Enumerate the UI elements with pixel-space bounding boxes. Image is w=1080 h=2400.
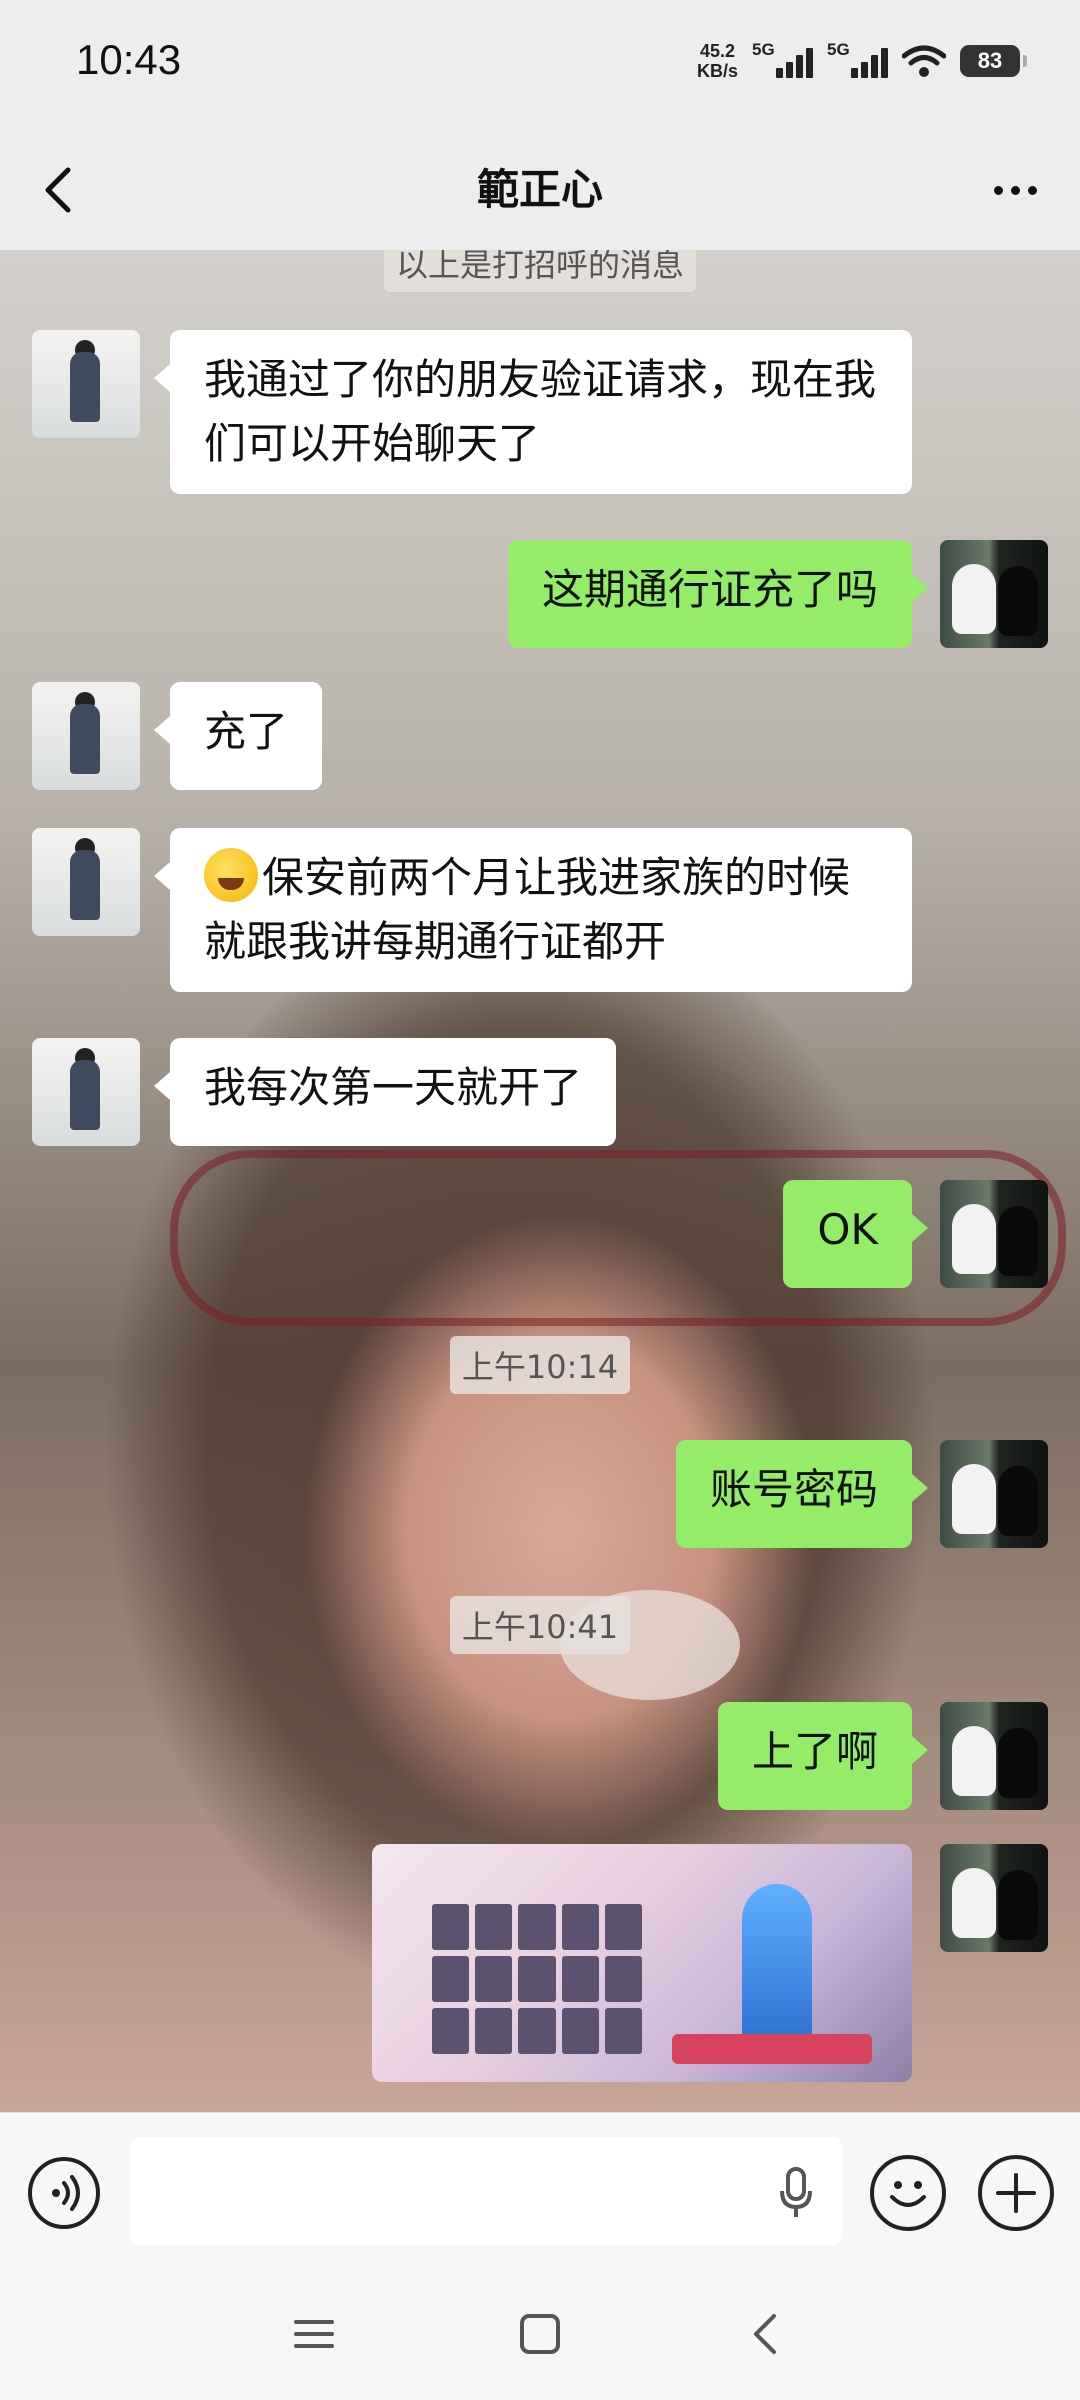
- contact-avatar[interactable]: [32, 330, 140, 438]
- message-text: 这期通行证充了吗: [541, 565, 878, 614]
- menu-icon[interactable]: [284, 2304, 344, 2364]
- my-avatar[interactable]: [940, 1180, 1048, 1288]
- my-avatar[interactable]: [940, 1702, 1048, 1810]
- contact-avatar[interactable]: [32, 682, 140, 790]
- battery-icon: 83: [960, 45, 1027, 77]
- back-triangle-icon[interactable]: [736, 2304, 796, 2364]
- more-button[interactable]: [980, 160, 1050, 220]
- message-bubble[interactable]: 这期通行证充了吗: [507, 540, 929, 648]
- message-bubble[interactable]: 我每次第一天就开了: [153, 1038, 617, 1146]
- game-character: [742, 1884, 812, 2044]
- message-text: OK: [817, 1205, 878, 1254]
- wifi-icon: [902, 45, 946, 77]
- image-message[interactable]: [372, 1844, 912, 2082]
- sim2-label: 5G: [827, 40, 850, 59]
- timestamp-text: 上午10:14: [449, 1336, 631, 1394]
- plus-icon: [996, 2173, 1036, 2213]
- more-functions-button[interactable]: [978, 2155, 1054, 2231]
- message-input[interactable]: [130, 2137, 842, 2245]
- status-time: 10:43: [76, 36, 182, 83]
- message-text: 我每次第一天就开了: [204, 1063, 583, 1112]
- my-avatar[interactable]: [940, 540, 1048, 648]
- timestamp: 上午10:14: [0, 1336, 1080, 1394]
- message-text: 充了: [204, 707, 289, 756]
- timestamp: 上午10:41: [0, 1596, 1080, 1654]
- status-icons: 45.2 KB/s 5G 5G 83: [697, 36, 1027, 86]
- more-dot: [993, 185, 1003, 195]
- message-text: 保安前两个月让我进家族的时候就跟我讲每期通行证都开: [204, 853, 851, 966]
- microphone-icon[interactable]: [776, 2165, 816, 2221]
- message-bubble[interactable]: 账号密码: [675, 1440, 929, 1548]
- timestamp-text: 上午10:41: [449, 1596, 631, 1654]
- message-bubble[interactable]: 保安前两个月让我进家族的时候就跟我讲每期通行证都开: [154, 828, 912, 992]
- signal-2-icon: 5G: [827, 40, 888, 78]
- message-text: 我通过了你的朋友验证请求，现在我们可以开始聊天了: [204, 355, 877, 468]
- emoji-button[interactable]: [870, 2155, 946, 2231]
- message-text: 上了啊: [751, 1727, 878, 1776]
- greeting-notice: 以上是打招呼的消息: [383, 250, 696, 292]
- signal-1-icon: 5G: [752, 40, 813, 78]
- message-bubble[interactable]: 充了: [153, 682, 323, 790]
- chat-area[interactable]: 以上是打招呼的消息 我通过了你的朋友验证请求，现在我们可以开始聊天了 这期通行证…: [0, 250, 1080, 2112]
- background-photo-glasses: [170, 1150, 1066, 1326]
- game-banner: [672, 2034, 872, 2064]
- my-avatar[interactable]: [940, 1844, 1048, 1952]
- system-navigation-bar: [0, 2270, 1080, 2400]
- message-bubble[interactable]: OK: [783, 1180, 928, 1288]
- message-bubble[interactable]: 我通过了你的朋友验证请求，现在我们可以开始聊天了: [154, 330, 912, 494]
- laugh-cry-emoji-icon: [204, 848, 258, 902]
- more-dot: [1010, 185, 1020, 195]
- sim1-label: 5G: [752, 40, 775, 59]
- home-square-icon[interactable]: [510, 2304, 570, 2364]
- network-speed-value: 45.2: [699, 41, 736, 61]
- status-bar: 10:43 45.2 KB/s 5G 5G 83: [0, 0, 1080, 130]
- voice-mode-icon: [52, 2175, 80, 2211]
- chat-title: 範正心: [476, 165, 603, 214]
- contact-avatar[interactable]: [32, 828, 140, 936]
- message-text: 账号密码: [709, 1465, 878, 1514]
- my-avatar[interactable]: [940, 1440, 1048, 1548]
- contact-avatar[interactable]: [32, 1038, 140, 1146]
- more-dot: [1027, 185, 1037, 195]
- voice-mode-button[interactable]: [28, 2157, 100, 2229]
- chat-header: 範正心: [0, 130, 1080, 250]
- smiley-icon: [890, 2181, 926, 2207]
- network-speed: 45.2 KB/s: [697, 41, 738, 81]
- system-notice: 以上是打招呼的消息: [0, 250, 1080, 292]
- message-bubble[interactable]: 上了啊: [717, 1702, 929, 1810]
- game-inventory-grid: [432, 1904, 642, 2054]
- network-speed-unit: KB/s: [696, 61, 738, 81]
- input-bar: [0, 2112, 1080, 2271]
